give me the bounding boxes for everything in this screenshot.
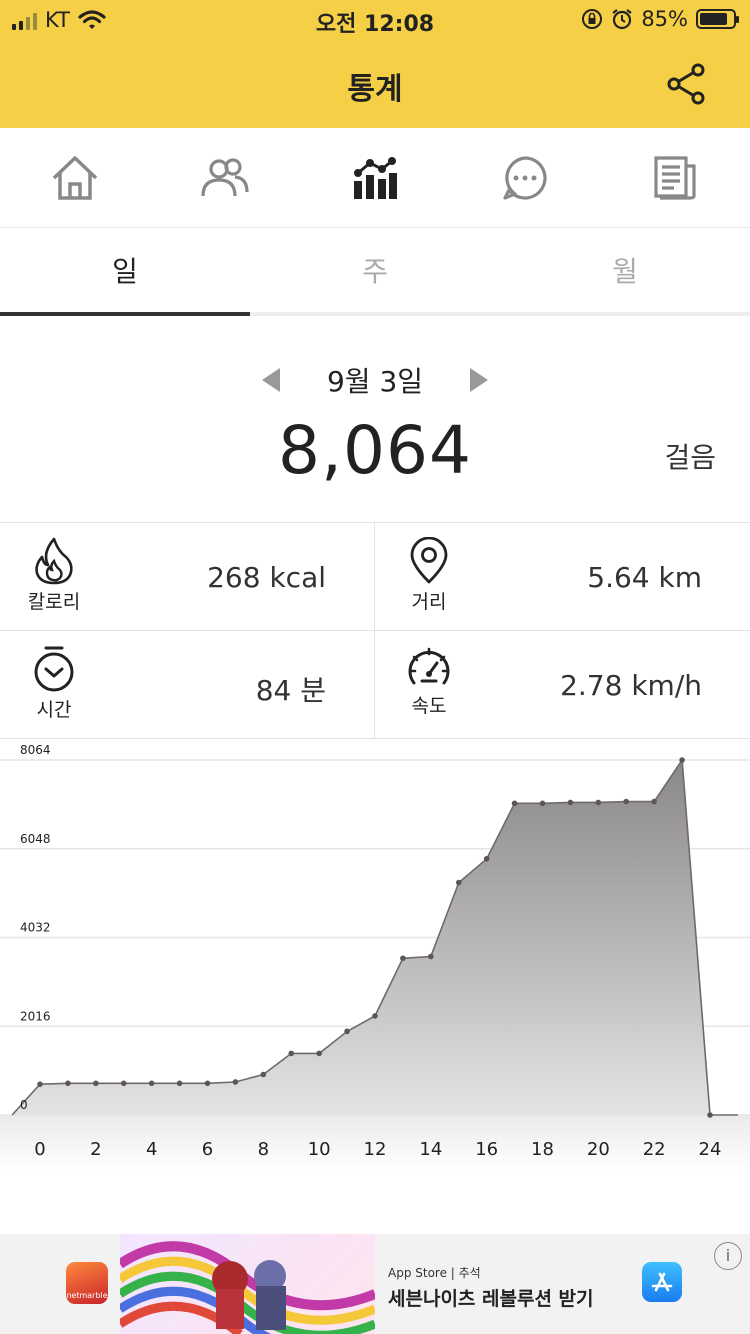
speedometer-icon [408,647,450,685]
data-point [204,1080,211,1087]
x-tick-label: 22 [643,1139,666,1160]
data-point [316,1050,322,1057]
ad-headline[interactable]: 세븐나이츠 레볼루션 받기 [388,1284,594,1311]
y-tick-label: 2016 [20,1009,51,1023]
data-point [37,1081,43,1087]
data-point [400,955,406,962]
stat-duration: 시간 84 분 [0,631,375,739]
x-tick-label: 0 [34,1139,45,1160]
ad-info-icon[interactable]: i [714,1242,742,1270]
y-tick-label: 8064 [20,743,51,757]
stat-speed: 속도 2.78 km/h [375,631,750,739]
tab-day[interactable]: 일 [0,228,250,316]
rotation-lock-icon [582,9,603,29]
app-store-glyph-icon [651,1272,673,1292]
battery-icon [696,9,739,29]
flame-icon [35,537,73,585]
x-tick-label: 2 [90,1139,101,1160]
share-icon[interactable] [662,60,710,108]
x-tick-label: 24 [699,1139,722,1160]
data-point [148,1080,155,1087]
menu-news[interactable] [600,128,750,227]
x-tick-label: 16 [475,1139,498,1160]
next-day-icon[interactable] [470,368,488,392]
status-bar: KT 오전 12:08 85% [0,0,750,40]
news-icon [654,155,696,200]
x-tick-label: 14 [419,1139,442,1160]
data-point [455,879,462,886]
page-title: 통계 [347,72,403,107]
stat-value: 84 분 [255,674,326,707]
menu-statistics[interactable] [300,128,450,227]
step-count: 8,064 [278,412,472,489]
data-point [539,800,546,807]
data-point [344,1028,350,1035]
ad-banner[interactable]: netmarble App Store | 추석 세븐나이츠 레볼루션 받기 i [0,1234,750,1334]
ad-app-icon[interactable]: netmarble [66,1262,108,1304]
stat-label: 속도 [411,695,447,717]
y-tick-label: 0 [20,1098,28,1112]
data-point [707,1112,713,1118]
data-point [93,1080,99,1087]
stat-distance: 거리 5.64 km [375,523,750,631]
y-tick-label: 6048 [20,832,51,846]
data-point [651,798,657,805]
x-tick-label: 8 [258,1139,269,1160]
data-point [679,757,685,763]
data-point [232,1079,239,1085]
step-unit: 걸음 [664,441,716,474]
main-menu [0,128,750,228]
data-point [120,1080,127,1087]
x-tick-label: 10 [308,1139,331,1160]
x-tick-label: 6 [202,1139,213,1160]
x-tick-label: 4 [146,1139,157,1160]
stat-value: 5.64 km [587,561,702,594]
data-point [260,1071,267,1078]
data-point [65,1080,71,1087]
stat-label: 시간 [36,699,72,721]
battery-percent: 85% [641,7,688,31]
data-point [595,799,602,806]
data-point [288,1050,295,1057]
current-date: 9월 3일 [326,365,424,398]
data-point [428,953,434,960]
y-tick-label: 4032 [20,921,51,935]
data-point [567,799,574,806]
friends-icon [201,157,249,196]
data-point [176,1080,183,1087]
x-tick-label: 20 [587,1139,610,1160]
stats-grid: 칼로리 268 kcal 거리 5.64 km 시간 84 분 속도 2.78 … [0,522,750,739]
tab-week[interactable]: 주 [250,228,500,312]
menu-home[interactable] [0,128,150,227]
home-icon [52,155,98,200]
stat-value: 2.78 km/h [560,669,702,702]
tab-month[interactable]: 월 [500,228,750,312]
ad-store-label: App Store | 추석 [388,1266,481,1280]
x-tick-label: 12 [364,1139,387,1160]
menu-friends[interactable] [150,128,300,227]
period-tabs: 일 주 월 [0,228,750,316]
app-store-icon[interactable] [642,1262,682,1302]
data-point [483,855,490,862]
steps-area-chart: 02016403260488064 0 2 4 6 8 10 12 14 16 18 20 22 24 [0,743,750,1170]
stat-value: 268 kcal [207,561,326,594]
stat-label: 칼로리 [27,591,81,613]
statistics-icon [354,156,397,199]
data-point [623,798,630,805]
stopwatch-icon [34,646,74,692]
data-point [372,1013,378,1019]
ad-app-icon-text: netmarble [66,1291,108,1300]
summary-section: 9월 3일 8,064 걸음 [0,316,750,522]
chat-icon [503,155,547,200]
ad-banner-image[interactable] [120,1234,375,1334]
data-point [511,800,518,807]
stat-calories: 칼로리 268 kcal [0,523,375,631]
x-tick-label: 18 [531,1139,554,1160]
stat-label: 거리 [411,591,447,613]
previous-day-icon[interactable] [262,368,280,392]
nav-bar: 통계 [0,40,750,128]
menu-chat[interactable] [450,128,600,227]
alarm-icon [612,9,632,30]
location-pin-icon [410,537,448,584]
